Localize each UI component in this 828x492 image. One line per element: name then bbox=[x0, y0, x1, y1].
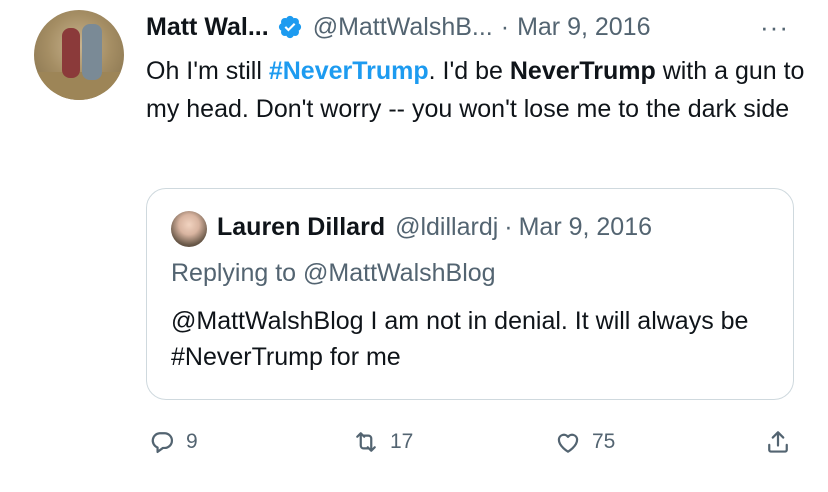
heart-icon bbox=[557, 433, 579, 453]
quoted-replying-to: Replying to @MattWalshBlog bbox=[171, 259, 496, 287]
tweet-actions-bar: 9 17 75 bbox=[146, 420, 806, 466]
reply-button[interactable]: 9 bbox=[148, 428, 198, 456]
avatar-figure-right bbox=[82, 24, 102, 80]
retweet-count: 17 bbox=[390, 430, 414, 453]
tweet-date[interactable]: Mar 9, 2016 bbox=[517, 13, 650, 42]
retweet-button[interactable]: 17 bbox=[352, 428, 413, 456]
reply-icon bbox=[151, 432, 173, 454]
like-button[interactable]: 75 bbox=[554, 428, 615, 456]
reply-count: 9 bbox=[186, 430, 198, 453]
retweet-icon bbox=[356, 432, 376, 452]
quoted-author-name: Lauren Dillard bbox=[217, 213, 386, 241]
quoted-author-avatar bbox=[171, 211, 207, 247]
quoted-tweet-header: Lauren Dillard @ldillardj · Mar 9, 2016 bbox=[217, 213, 652, 242]
author-name[interactable]: Matt Wal... bbox=[146, 13, 269, 42]
quoted-tweet-card[interactable]: Lauren Dillard @ldillardj · Mar 9, 2016 … bbox=[146, 188, 794, 400]
tweet-bold-text: NeverTrump bbox=[509, 57, 656, 85]
tweet-header: Matt Wal... @MattWalshB... · Mar 9, 2016 bbox=[146, 12, 650, 42]
quoted-author-handle: @ldillardj bbox=[395, 213, 499, 241]
more-options-icon[interactable]: ··· bbox=[760, 12, 789, 43]
header-separator: · bbox=[500, 12, 510, 41]
avatar-figure-left bbox=[62, 28, 80, 78]
quoted-tweet-date: Mar 9, 2016 bbox=[518, 213, 653, 241]
share-button[interactable] bbox=[764, 428, 792, 456]
quoted-header-separator: · bbox=[504, 213, 513, 241]
tweet-text-part1: Oh I'm still bbox=[146, 57, 269, 85]
tweet-text-part2: . I'd be bbox=[428, 57, 510, 85]
tweet-hashtag-link[interactable]: #NeverTrump bbox=[269, 57, 429, 85]
share-icon bbox=[768, 431, 788, 453]
verified-badge-icon bbox=[278, 15, 301, 39]
author-handle[interactable]: @MattWalshB... bbox=[313, 13, 493, 42]
author-avatar[interactable] bbox=[34, 10, 124, 100]
like-count: 75 bbox=[592, 430, 616, 453]
avatar-ground bbox=[34, 72, 124, 100]
tweet-text: Oh I'm still #NeverTrump. I'd be NeverTr… bbox=[146, 52, 806, 128]
quoted-tweet-text: @MattWalshBlog I am not in denial. It wi… bbox=[171, 307, 749, 371]
